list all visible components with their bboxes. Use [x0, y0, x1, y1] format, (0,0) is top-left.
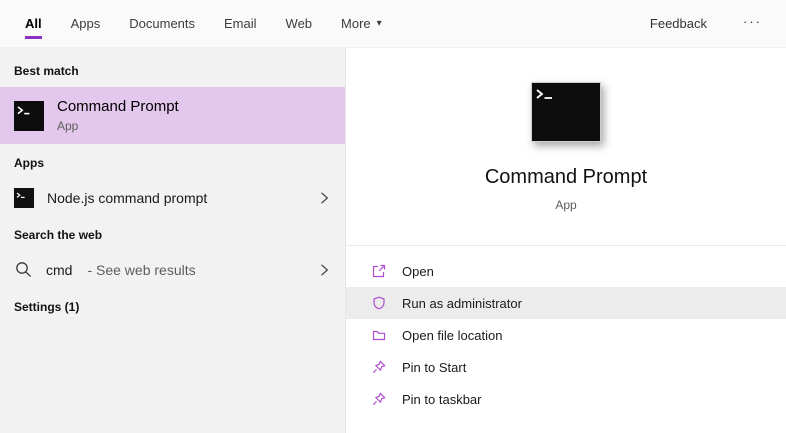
- tab-more[interactable]: More ▾: [341, 0, 382, 47]
- best-match-text: Command Prompt App: [57, 98, 179, 133]
- tab-documents[interactable]: Documents: [129, 0, 195, 47]
- search-topbar: All Apps Documents Email Web More ▾ Feed…: [0, 0, 786, 48]
- command-prompt-icon-large: [531, 82, 601, 142]
- settings-header: Settings (1): [0, 288, 345, 323]
- action-label: Run as administrator: [402, 296, 522, 311]
- preview-panel: Command Prompt App Open: [345, 48, 786, 433]
- search-icon: [14, 260, 33, 279]
- preview-title: Command Prompt: [485, 166, 647, 189]
- nodejs-command-prompt-icon: [14, 188, 34, 208]
- context-actions: Open Run as administrator: [346, 246, 786, 415]
- results-list-panel: Best match Command Prompt App Apps: [0, 48, 345, 433]
- search-the-web-header: Search the web: [0, 216, 345, 251]
- web-search-hint: - See web results: [87, 262, 195, 278]
- action-label: Open: [402, 264, 434, 279]
- folder-location-icon: [371, 327, 387, 343]
- tab-more-label: More: [341, 16, 371, 31]
- pin-icon: [371, 359, 387, 375]
- action-open-file-location[interactable]: Open file location: [346, 319, 786, 351]
- apps-header: Apps: [0, 144, 345, 179]
- tab-apps[interactable]: Apps: [71, 0, 101, 47]
- list-item-label: Node.js command prompt: [47, 190, 207, 206]
- tab-email-label: Email: [224, 16, 257, 31]
- action-label: Pin to taskbar: [402, 392, 482, 407]
- open-icon: [371, 263, 387, 279]
- tab-web-label: Web: [286, 16, 313, 31]
- search-results-content: Best match Command Prompt App Apps: [0, 48, 786, 433]
- search-filter-tabs: All Apps Documents Email Web More ▾: [25, 0, 382, 47]
- list-item-cmd-web-search[interactable]: cmd - See web results: [0, 251, 345, 288]
- preview-subtitle: App: [555, 198, 576, 212]
- action-run-as-administrator[interactable]: Run as administrator: [346, 287, 786, 319]
- more-options-icon[interactable]: ···: [743, 14, 762, 33]
- best-match-item[interactable]: Command Prompt App: [0, 87, 345, 144]
- tab-all[interactable]: All: [25, 0, 42, 47]
- feedback-link[interactable]: Feedback: [650, 16, 707, 31]
- action-pin-to-start[interactable]: Pin to Start: [346, 351, 786, 383]
- best-match-subtitle: App: [57, 119, 179, 133]
- tab-apps-label: Apps: [71, 16, 101, 31]
- action-open[interactable]: Open: [346, 255, 786, 287]
- topbar-right: Feedback ···: [650, 0, 762, 47]
- action-label: Open file location: [402, 328, 502, 343]
- chevron-down-icon: ▾: [377, 18, 382, 29]
- chevron-right-icon: [319, 190, 329, 206]
- tab-web[interactable]: Web: [286, 0, 313, 47]
- admin-shield-icon: [371, 295, 387, 311]
- start-search-window: All Apps Documents Email Web More ▾ Feed…: [0, 0, 786, 433]
- chevron-right-icon: [319, 262, 329, 278]
- action-pin-to-taskbar[interactable]: Pin to taskbar: [346, 383, 786, 415]
- pin-icon: [371, 391, 387, 407]
- list-item-nodejs-command-prompt[interactable]: Node.js command prompt: [0, 179, 345, 216]
- web-search-query: cmd: [46, 262, 72, 278]
- tab-all-label: All: [25, 16, 42, 31]
- action-label: Pin to Start: [402, 360, 466, 375]
- best-match-title: Command Prompt: [57, 98, 179, 115]
- best-match-header: Best match: [0, 54, 345, 87]
- command-prompt-icon: [14, 101, 44, 131]
- tab-email[interactable]: Email: [224, 0, 257, 47]
- tab-documents-label: Documents: [129, 16, 195, 31]
- app-preview: Command Prompt App: [346, 48, 786, 212]
